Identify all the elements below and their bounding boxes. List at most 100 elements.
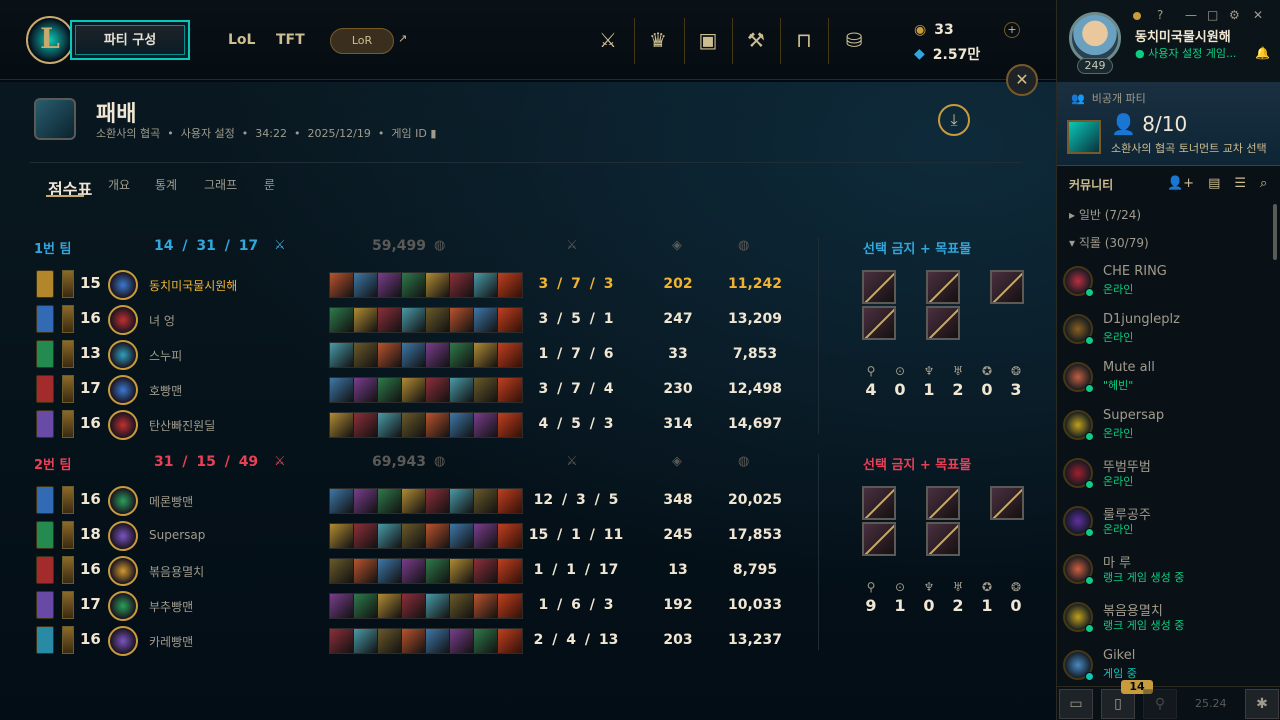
avatar[interactable] [1069, 12, 1121, 64]
mic-icon[interactable]: ⚲ [1143, 689, 1177, 719]
nav-lor[interactable]: LoR [330, 28, 394, 54]
summoner-name[interactable]: 탄산빠진원딜 [149, 417, 215, 434]
item-icon[interactable] [450, 308, 474, 332]
item-icon[interactable] [378, 273, 402, 297]
item-icon[interactable] [402, 343, 426, 367]
item-icon[interactable] [474, 308, 498, 332]
item-icon[interactable] [330, 629, 354, 653]
player-row[interactable]: 16 메론빵맨 12 / 3 / 5 348 20,025 [0, 484, 820, 518]
keystone-rune-icon[interactable] [36, 375, 54, 403]
add-friend-icon[interactable]: 👤+ [1167, 176, 1194, 191]
summoner-spell-icon[interactable] [62, 305, 74, 333]
item-icon[interactable] [354, 629, 378, 653]
item-icon[interactable] [402, 378, 426, 402]
champion-portrait[interactable] [108, 591, 138, 621]
item-icon[interactable] [426, 489, 450, 513]
minimize-icon[interactable]: — [1185, 8, 1197, 22]
item-icon[interactable] [354, 413, 378, 437]
close-icon[interactable]: ✕ [1253, 8, 1263, 22]
item-icon[interactable] [450, 378, 474, 402]
banned-champion[interactable] [926, 270, 960, 304]
nav-lol[interactable]: LoL [228, 32, 255, 48]
tab-runes[interactable]: 룬 [264, 176, 275, 193]
item-icon[interactable] [426, 308, 450, 332]
friend-entry[interactable]: 룰루공주 온라인 [1063, 498, 1273, 542]
search-icon[interactable]: ⌕ [1260, 176, 1267, 191]
summoner-spell-icon[interactable] [62, 410, 74, 438]
item-icon[interactable] [474, 524, 498, 548]
item-icon[interactable] [450, 594, 474, 618]
item-icon[interactable] [402, 273, 426, 297]
bell-icon[interactable]: 🔔 [1255, 46, 1270, 60]
keystone-rune-icon[interactable] [36, 556, 54, 584]
item-icon[interactable] [354, 308, 378, 332]
friend-entry[interactable]: D1jungleplz 온라인 [1063, 306, 1273, 350]
summoner-name[interactable]: 메론빵맨 [149, 493, 193, 510]
item-icon[interactable] [330, 378, 354, 402]
friend-entry[interactable]: Supersap 온라인 [1063, 402, 1273, 446]
item-icon[interactable] [378, 343, 402, 367]
banned-champion[interactable] [926, 486, 960, 520]
play-button[interactable]: 파티 구성 [70, 20, 190, 60]
item-icon[interactable] [330, 308, 354, 332]
item-icon[interactable] [378, 378, 402, 402]
banned-champion[interactable] [926, 306, 960, 340]
item-icon[interactable] [402, 594, 426, 618]
item-icon[interactable] [426, 524, 450, 548]
item-icon[interactable] [426, 273, 450, 297]
keystone-rune-icon[interactable] [36, 626, 54, 654]
trinket-icon[interactable] [498, 308, 522, 332]
summoner-spell-icon[interactable] [62, 486, 74, 514]
item-icon[interactable] [426, 378, 450, 402]
summoner-spell-icon[interactable] [62, 375, 74, 403]
copy-icon[interactable]: ▮ [430, 127, 436, 140]
help-icon[interactable]: ? [1157, 8, 1163, 22]
summoner-spell-icon[interactable] [62, 521, 74, 549]
player-row[interactable]: 16 볶음용멸치 1 / 1 / 17 13 8,795 [0, 554, 820, 588]
champion-portrait[interactable] [108, 375, 138, 405]
banned-champion[interactable] [862, 522, 896, 556]
trinket-icon[interactable] [498, 629, 522, 653]
friend-entry[interactable]: 볶음용멸치 랭크 게임 생성 중 [1063, 594, 1273, 638]
friend-entry[interactable]: CHE RING 온라인 [1063, 258, 1273, 302]
keystone-rune-icon[interactable] [36, 486, 54, 514]
league-logo[interactable]: L [26, 16, 74, 64]
player-row[interactable]: 16 녀 엉 3 / 5 / 1 247 13,209 [0, 303, 820, 337]
summoner-spell-icon[interactable] [62, 556, 74, 584]
keystone-rune-icon[interactable] [36, 270, 54, 298]
champion-portrait[interactable] [108, 486, 138, 516]
folder-general[interactable]: ▸ 일반 (7/24) [1069, 206, 1141, 223]
item-icon[interactable] [354, 559, 378, 583]
item-icon[interactable] [474, 378, 498, 402]
summoner-name[interactable]: Supersap [149, 528, 205, 542]
tab-graphs[interactable]: 그래프 [204, 176, 237, 193]
item-icon[interactable] [330, 489, 354, 513]
item-icon[interactable] [474, 594, 498, 618]
item-icon[interactable] [450, 489, 474, 513]
player-row[interactable]: 16 탄산빠진원딜 4 / 5 / 3 314 14,697 [0, 408, 820, 442]
list-icon[interactable]: ☰ [1234, 176, 1246, 191]
summoner-spell-icon[interactable] [62, 340, 74, 368]
summoner-name[interactable]: 호빵맨 [149, 382, 182, 399]
friend-entry[interactable]: 뚜범뚜범 온라인 [1063, 450, 1273, 494]
friend-entry[interactable]: Mute all "헤빈" [1063, 354, 1273, 398]
trinket-icon[interactable] [498, 413, 522, 437]
collection-icon[interactable]: ⊓ [790, 26, 818, 54]
champion-portrait[interactable] [108, 305, 138, 335]
item-icon[interactable] [330, 559, 354, 583]
banned-champion[interactable] [862, 306, 896, 340]
buy-rp-button[interactable]: + [1004, 22, 1020, 38]
banned-champion[interactable] [862, 270, 896, 304]
item-icon[interactable] [330, 343, 354, 367]
add-folder-icon[interactable]: ▤ [1208, 176, 1220, 191]
item-icon[interactable] [474, 489, 498, 513]
champion-portrait[interactable] [108, 521, 138, 551]
item-icon[interactable] [330, 273, 354, 297]
item-icon[interactable] [450, 413, 474, 437]
trinket-icon[interactable] [498, 524, 522, 548]
scrollbar[interactable] [1273, 204, 1277, 260]
summoner-spell-icon[interactable] [62, 626, 74, 654]
item-icon[interactable] [330, 413, 354, 437]
item-icon[interactable] [378, 629, 402, 653]
item-icon[interactable] [450, 559, 474, 583]
